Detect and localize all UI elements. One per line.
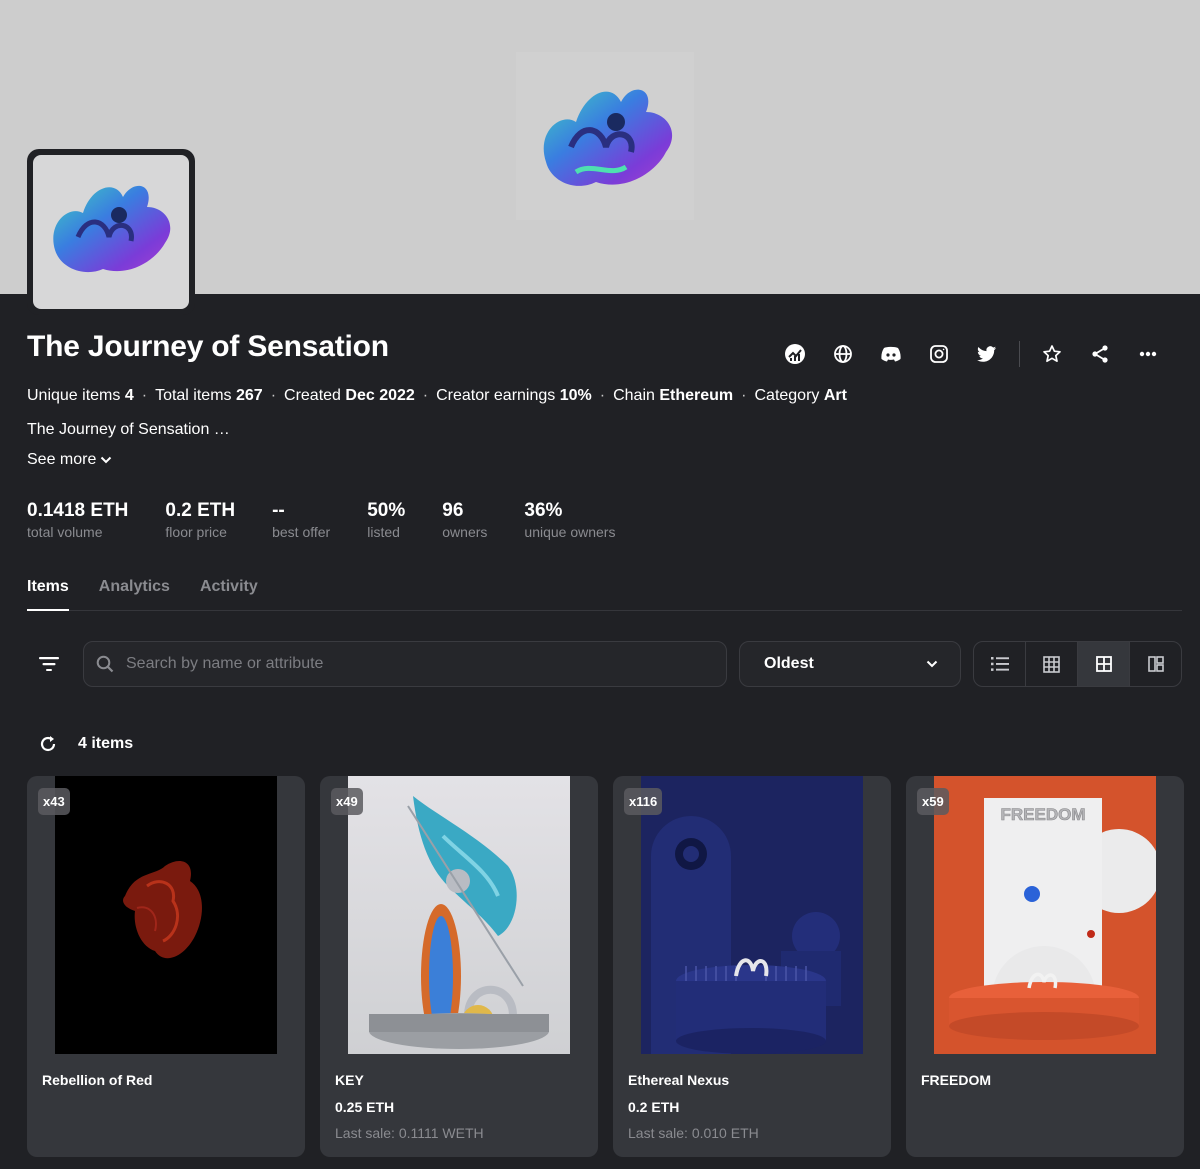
items-count-row: 4 items	[38, 734, 133, 754]
collection-meta: Unique items 4 · Total items 267 · Creat…	[27, 387, 847, 405]
stat-floor-price: 0.2 ETH floor price	[165, 500, 236, 540]
item-image	[641, 776, 863, 1054]
stat-best-offer: -- best offer	[272, 500, 331, 540]
stat-total-volume: 0.1418 ETH total volume	[27, 500, 129, 540]
meta-chain: Chain Ethereum	[613, 387, 734, 404]
share-icon[interactable]	[1076, 338, 1124, 370]
meta-creator-earnings: Creator earnings 10%	[436, 387, 592, 404]
chevron-down-icon	[926, 660, 938, 668]
globe-icon[interactable]	[819, 338, 867, 370]
meta-separator: ·	[141, 387, 148, 404]
item-name: FREEDOM	[921, 1072, 991, 1088]
see-more-label: See more	[27, 451, 97, 468]
view-toggle	[973, 641, 1182, 687]
meta-separator: ·	[741, 387, 747, 404]
collection-title: The Journey of Sensation	[27, 330, 389, 363]
item-last-sale: Last sale: 0.010 ETH	[628, 1125, 759, 1141]
edition-badge: x49	[331, 788, 363, 815]
edition-badge: x116	[624, 788, 663, 815]
item-name: KEY	[335, 1072, 364, 1088]
stats-chart-icon[interactable]	[771, 338, 819, 370]
collection-tabs: Items Analytics Activity	[27, 578, 1182, 611]
tab-items[interactable]: Items	[27, 578, 69, 611]
item-card[interactable]: x49 KEY 0.25 ETH Last sale: 0.1111 WETH	[320, 776, 598, 1157]
search-bar[interactable]	[83, 641, 727, 687]
refresh-icon[interactable]	[38, 734, 58, 754]
chevron-down-icon	[101, 456, 112, 464]
star-icon[interactable]	[1028, 338, 1076, 370]
stat-unique-owners: 36% unique owners	[524, 500, 616, 540]
grid-large-button[interactable]	[1078, 642, 1130, 686]
freedom-sign-text: FREEDOM	[1001, 805, 1086, 824]
collection-description: The Journey of Sensation …	[27, 421, 230, 438]
twitter-icon[interactable]	[963, 338, 1011, 370]
item-image: FREEDOM	[934, 776, 1156, 1054]
collection-avatar	[27, 149, 195, 315]
sort-dropdown[interactable]: Oldest	[739, 641, 961, 687]
meta-separator: ·	[422, 387, 429, 404]
meta-category: Category Art	[754, 387, 847, 404]
filter-button[interactable]	[27, 641, 71, 687]
meta-total-items: Total items 267	[155, 387, 263, 404]
header-actions	[771, 338, 1172, 370]
more-icon[interactable]	[1124, 338, 1172, 370]
item-name: Rebellion of Red	[42, 1072, 153, 1088]
mosaic-button[interactable]	[1130, 642, 1181, 686]
item-card[interactable]: x59 FREEDOM FREEDOM	[906, 776, 1184, 1157]
item-image	[55, 776, 277, 1054]
items-count: 4 items	[78, 735, 134, 752]
see-more-button[interactable]: See more	[27, 451, 112, 469]
meta-separator: ·	[270, 387, 277, 404]
mosaic-icon	[1147, 656, 1164, 672]
items-grid: x43 Rebellion of Red x49 KEY 0.25 ETH La…	[27, 776, 1184, 1157]
item-card[interactable]: x43 Rebellion of Red	[27, 776, 305, 1157]
tab-analytics[interactable]: Analytics	[99, 578, 170, 611]
meta-created: Created Dec 2022	[284, 387, 415, 404]
tab-activity[interactable]: Activity	[200, 578, 258, 611]
banner-artwork	[516, 52, 694, 220]
icon-divider	[1019, 341, 1020, 367]
edition-badge: x43	[38, 788, 70, 815]
sort-value: Oldest	[764, 655, 814, 672]
item-card[interactable]: x116 Ethereal Nexus 0.2 ETH Last sale: 0…	[613, 776, 891, 1157]
grid-small-button[interactable]	[1026, 642, 1078, 686]
search-icon	[96, 655, 114, 673]
grid-small-icon	[1043, 655, 1060, 673]
stat-listed: 50% listed	[367, 500, 406, 540]
search-input[interactable]	[126, 655, 686, 673]
meta-separator: ·	[599, 387, 606, 404]
meta-unique-items: Unique items 4	[27, 387, 134, 404]
list-view-icon	[990, 657, 1009, 671]
instagram-icon[interactable]	[915, 338, 963, 370]
filter-icon	[39, 657, 59, 671]
stat-owners: 96 owners	[442, 500, 488, 540]
collection-stats: 0.1418 ETH total volume 0.2 ETH floor pric…	[27, 500, 652, 540]
item-price: 0.2 ETH	[628, 1099, 680, 1115]
discord-icon[interactable]	[867, 338, 915, 370]
item-last-sale: Last sale: 0.1111 WETH	[335, 1125, 484, 1141]
edition-badge: x59	[917, 788, 949, 815]
item-name: Ethereal Nexus	[628, 1072, 730, 1088]
grid-large-icon	[1095, 656, 1112, 672]
list-view-button[interactable]	[974, 642, 1026, 686]
item-image	[348, 776, 570, 1054]
item-price: 0.25 ETH	[335, 1099, 395, 1115]
